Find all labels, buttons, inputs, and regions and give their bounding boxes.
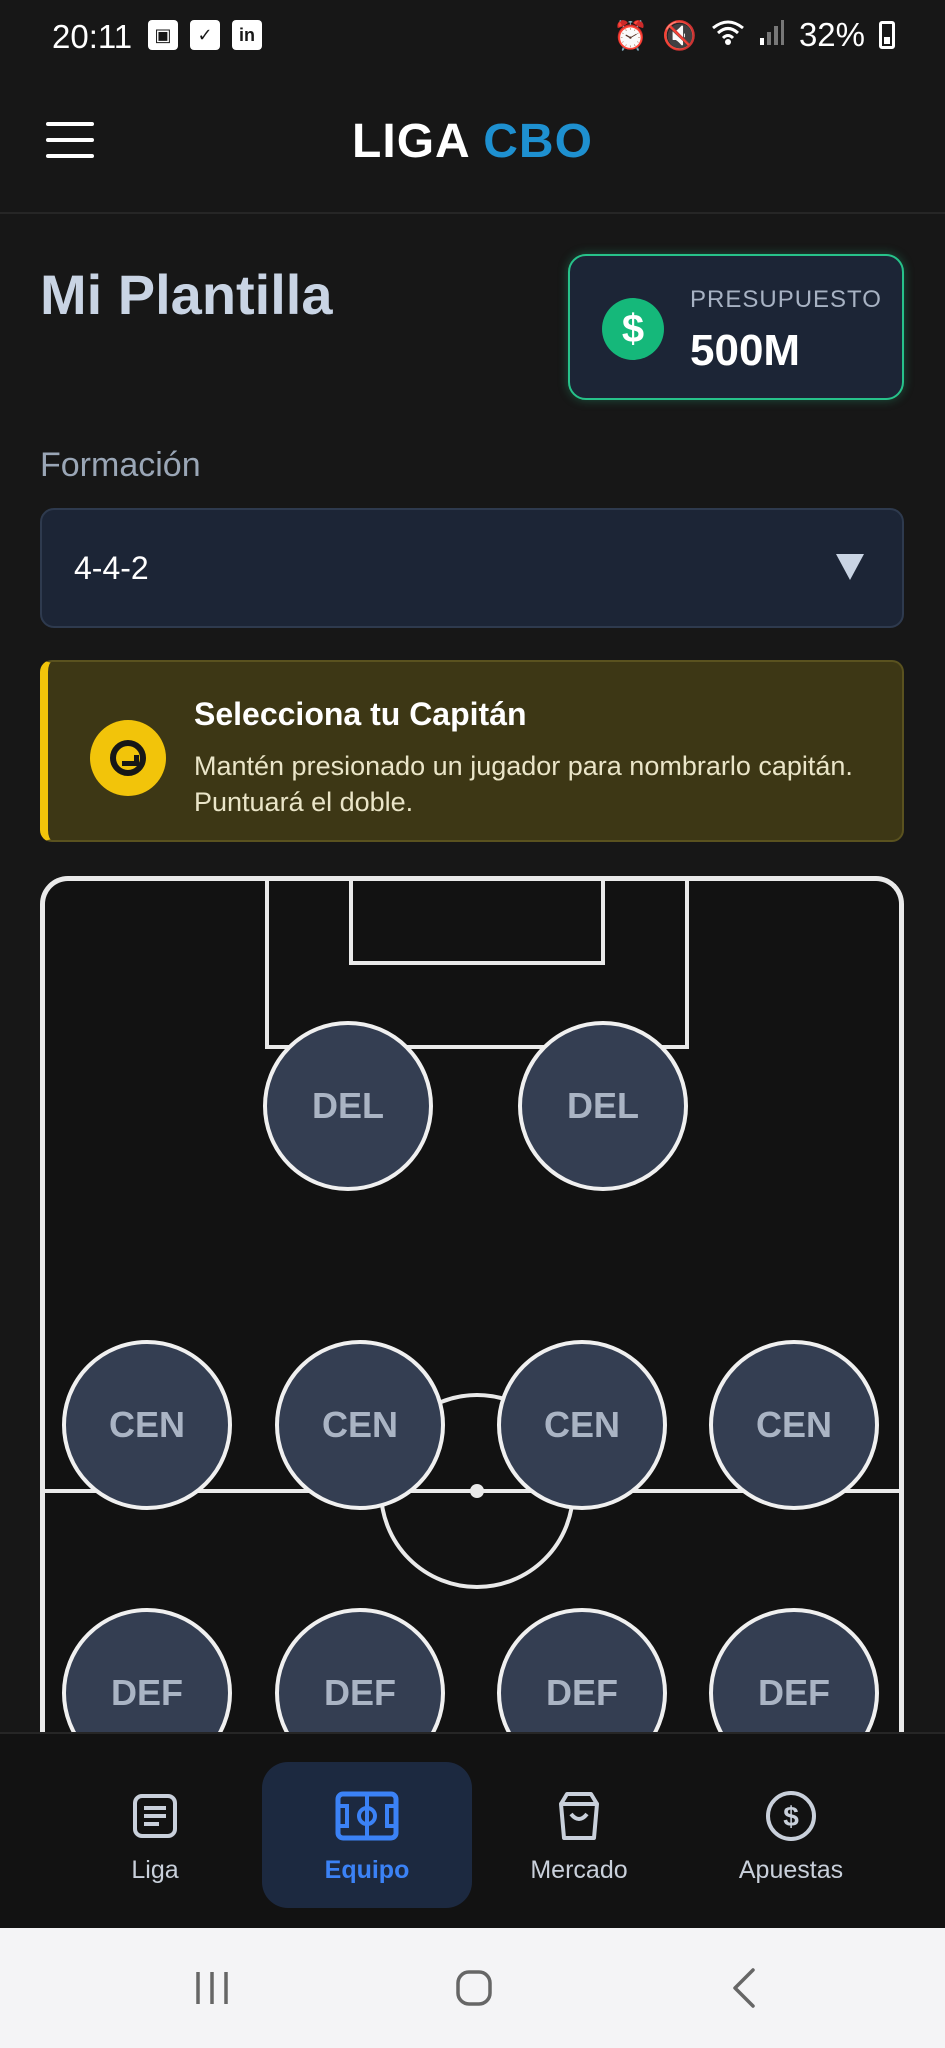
nav-item-mercado[interactable]: Mercado [474,1762,684,1908]
app-title: LIGA CBO [0,114,945,169]
status-time: 20:11 [52,18,133,55]
budget-card: $ PRESUPUESTO 500M [568,254,904,400]
alarm-icon: ⏰ [613,19,649,51]
bottom-nav: Liga Equipo Mercado $ Apuestas [0,1732,945,1928]
nav-label-mercado: Mercado [530,1856,628,1884]
nav-item-equipo[interactable]: Equipo [262,1762,472,1908]
captain-text: Mantén presionado un jugador para nombra… [194,751,853,817]
pitch-icon [335,1786,399,1846]
player-slot-midfielder[interactable]: CEN [62,1340,232,1510]
page-title: Mi Plantilla [40,263,333,326]
app-title-part2: CBO [483,115,593,168]
player-slot-midfielder[interactable]: CEN [709,1340,879,1510]
app-title-part1: LIGA [352,115,469,168]
status-bar: 20:11 ▣ ✓ in ⏰ 🔇 32% [0,0,945,72]
battery-icon [879,21,895,49]
checkbox-icon: ✓ [190,20,220,50]
captain-notice: Selecciona tu Capitán Mantén presionado … [40,660,904,842]
captain-title: Selecciona tu Capitán [194,696,527,732]
news-icon [131,1786,179,1846]
player-slot-forward[interactable]: DEL [263,1021,433,1191]
shopping-bag-icon [555,1786,603,1846]
player-slot-forward[interactable]: DEL [518,1021,688,1191]
status-notification-icons: ▣ ✓ in [148,20,262,50]
recent-apps-icon[interactable] [190,1962,234,2014]
dollar-icon: $ [602,298,664,360]
status-system-icons: ⏰ 🔇 32% [613,16,895,54]
back-icon[interactable] [722,1962,766,2014]
nav-label-liga: Liga [131,1856,179,1884]
nav-label-equipo: Equipo [324,1856,410,1884]
wifi-icon [711,18,745,53]
linkedin-icon: in [232,20,262,50]
budget-label: PRESUPUESTO [690,286,882,313]
nav-item-apuestas[interactable]: $ Apuestas [686,1762,896,1908]
battery-percent: 32% [798,16,865,53]
nav-item-liga[interactable]: Liga [50,1762,260,1908]
pitch: DEL DEL CEN CEN CEN CEN DEF DEF DEF DEF [40,876,904,1876]
captain-icon [90,720,166,796]
signal-icon [759,18,785,53]
formation-value: 4-4-2 [74,550,149,586]
budget-value: 500M [690,326,801,375]
app-header: LIGA CBO [0,72,945,214]
coin-icon: $ [764,1786,818,1846]
mute-icon: 🔇 [662,19,697,51]
android-nav-bar [0,1928,945,2048]
player-slot-midfielder[interactable]: CEN [275,1340,445,1510]
chevron-down-icon [836,554,864,580]
player-slot-midfielder[interactable]: CEN [497,1340,667,1510]
formation-select[interactable]: 4-4-2 [40,508,904,628]
formation-label: Formación [40,446,201,484]
image-icon: ▣ [148,20,178,50]
nav-label-apuestas: Apuestas [738,1856,844,1884]
home-icon[interactable] [452,1962,496,2014]
svg-text:$: $ [783,1801,799,1832]
